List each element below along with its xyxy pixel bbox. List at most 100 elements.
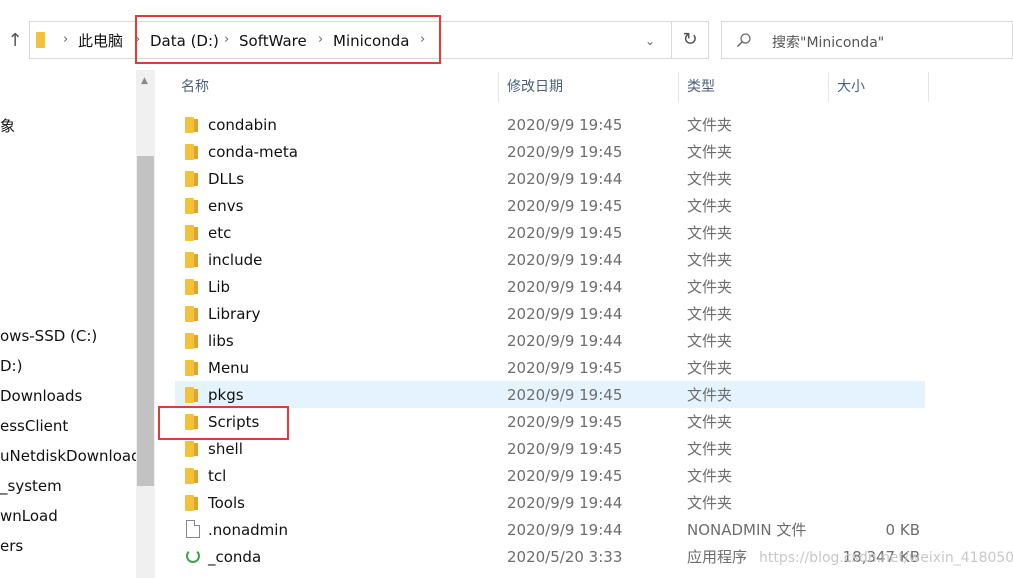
file-date: 2020/9/9 19:45	[507, 440, 623, 458]
file-type: 文件夹	[687, 305, 733, 323]
file-row[interactable]: Scripts 2020/9/9 19:45 文件夹	[175, 408, 925, 435]
chevron-right-icon[interactable]: ›	[318, 31, 323, 49]
file-date: 2020/9/9 19:45	[507, 116, 623, 134]
file-type: 文件夹	[687, 251, 733, 269]
nav-item[interactable]: D:)	[0, 356, 22, 376]
chevron-down-icon[interactable]: ⌄	[641, 32, 659, 50]
file-date: 2020/9/9 19:44	[507, 251, 623, 269]
file-row[interactable]: tcl 2020/9/9 19:45 文件夹	[175, 462, 925, 489]
file-type: 应用程序	[687, 548, 748, 566]
search-box[interactable]: 搜索"Miniconda"	[721, 21, 1013, 59]
file-name: tcl	[208, 467, 227, 485]
up-arrow-icon[interactable]: ↑	[4, 28, 26, 54]
file-row[interactable]: Menu 2020/9/9 19:45 文件夹	[175, 354, 925, 381]
nav-scrollbar[interactable]: ▲	[136, 70, 155, 578]
folder-icon	[185, 333, 199, 349]
file-date: 2020/9/9 19:45	[507, 413, 623, 431]
file-row[interactable]: DLLs 2020/9/9 19:44 文件夹	[175, 165, 925, 192]
file-name: DLLs	[208, 170, 245, 188]
chevron-right-icon[interactable]: ›	[63, 31, 68, 49]
file-row[interactable]: Library 2020/9/9 19:44 文件夹	[175, 300, 925, 327]
file-type: 文件夹	[687, 224, 733, 242]
folder-icon	[185, 225, 199, 241]
file-date: 2020/9/9 19:44	[507, 521, 623, 539]
file-date: 2020/9/9 19:44	[507, 332, 623, 350]
nav-item[interactable]: uNetdiskDownload	[0, 446, 136, 466]
file-name: Tools	[208, 494, 245, 512]
file-date: 2020/9/9 19:45	[507, 467, 623, 485]
nav-item[interactable]: essClient	[0, 416, 68, 436]
file-name: etc	[208, 224, 232, 242]
file-explorer-window: ↑ › 此电脑 › Data (D:) › SoftWare › Minicon…	[0, 0, 1013, 578]
file-type: 文件夹	[687, 332, 733, 350]
address-bar[interactable]: › 此电脑 › Data (D:) › SoftWare › Miniconda…	[29, 21, 709, 59]
folder-icon	[36, 32, 50, 48]
file-row[interactable]: Lib 2020/9/9 19:44 文件夹	[175, 273, 925, 300]
file-date: 2020/9/9 19:44	[507, 305, 623, 323]
nav-item[interactable]: ers	[0, 536, 23, 556]
file-date: 2020/9/9 19:45	[507, 143, 623, 161]
file-row[interactable]: .nonadmin 2020/9/9 19:44 NONADMIN 文件 0 KB	[175, 516, 925, 543]
nav-item[interactable]: wnLoad	[0, 506, 58, 526]
file-row[interactable]: pkgs 2020/9/9 19:45 文件夹	[175, 381, 925, 408]
file-row[interactable]: libs 2020/9/9 19:44 文件夹	[175, 327, 925, 354]
folder-icon	[185, 171, 199, 187]
breadcrumb-miniconda[interactable]: Miniconda	[333, 31, 409, 51]
file-type: 文件夹	[687, 170, 733, 188]
nav-item[interactable]: _system	[0, 476, 62, 496]
file-type: 文件夹	[687, 440, 733, 458]
file-row[interactable]: shell 2020/9/9 19:45 文件夹	[175, 435, 925, 462]
file-type: 文件夹	[687, 116, 733, 134]
chevron-right-icon[interactable]: ›	[135, 31, 140, 49]
file-type: 文件夹	[687, 386, 733, 404]
file-list: ^ 名称 修改日期 类型 大小 condabin 2020/9/9 19:45 文件…	[155, 70, 1013, 578]
file-date: 2020/5/20 3:33	[507, 548, 623, 566]
folder-icon	[185, 414, 199, 430]
chevron-right-icon[interactable]: ›	[224, 31, 229, 49]
file-row[interactable]: conda-meta 2020/9/9 19:45 文件夹	[175, 138, 925, 165]
column-header-date[interactable]: 修改日期	[499, 72, 679, 102]
file-row[interactable]: envs 2020/9/9 19:45 文件夹	[175, 192, 925, 219]
file-name: Scripts	[208, 413, 260, 431]
file-date: 2020/9/9 19:45	[507, 224, 623, 242]
scrollbar-thumb[interactable]	[137, 156, 154, 486]
watermark: https://blog.csdn.net/weixin_41805096	[759, 550, 1013, 566]
file-date: 2020/9/9 19:45	[507, 386, 623, 404]
nav-item[interactable]: 象	[0, 116, 15, 136]
file-row[interactable]: Tools 2020/9/9 19:44 文件夹	[175, 489, 925, 516]
file-name: pkgs	[208, 386, 244, 404]
folder-icon	[185, 360, 199, 376]
nav-item[interactable]: ows-SSD (C:)	[0, 326, 97, 346]
file-type: 文件夹	[687, 467, 733, 485]
column-header-type[interactable]: 类型	[679, 72, 829, 102]
nav-item[interactable]: Downloads	[0, 386, 82, 406]
file-date: 2020/9/9 19:44	[507, 170, 623, 188]
refresh-icon[interactable]: ↻	[671, 21, 709, 59]
file-date: 2020/9/9 19:44	[507, 494, 623, 512]
file-row[interactable]: condabin 2020/9/9 19:45 文件夹	[175, 111, 925, 138]
folder-icon	[185, 441, 199, 457]
folder-icon	[185, 117, 199, 133]
chevron-right-icon[interactable]: ›	[420, 31, 425, 49]
file-type: 文件夹	[687, 197, 733, 215]
folder-icon	[185, 198, 199, 214]
file-type: 文件夹	[687, 494, 733, 512]
file-name: Lib	[208, 278, 231, 296]
file-name: include	[208, 251, 263, 269]
search-input[interactable]: 搜索"Miniconda"	[772, 32, 884, 52]
file-name: Library	[208, 305, 261, 323]
breadcrumb-data-drive[interactable]: Data (D:)	[150, 31, 219, 51]
file-date: 2020/9/9 19:45	[507, 197, 623, 215]
breadcrumb-this-pc[interactable]: 此电脑	[78, 31, 123, 51]
file-type: NONADMIN 文件	[687, 521, 807, 539]
folder-icon	[185, 387, 199, 403]
file-row[interactable]: etc 2020/9/9 19:45 文件夹	[175, 219, 925, 246]
file-size: 0 KB	[885, 521, 920, 539]
column-header-size[interactable]: 大小	[829, 72, 929, 102]
folder-icon	[185, 306, 199, 322]
file-row[interactable]: include 2020/9/9 19:44 文件夹	[175, 246, 925, 273]
breadcrumb-software[interactable]: SoftWare	[239, 31, 307, 51]
scroll-up-arrow-icon[interactable]: ▲	[141, 76, 148, 86]
navigation-pane: 象 ows-SSD (C:) D:) Downloads essClient u…	[0, 70, 136, 578]
column-header-name[interactable]: 名称	[173, 72, 499, 102]
